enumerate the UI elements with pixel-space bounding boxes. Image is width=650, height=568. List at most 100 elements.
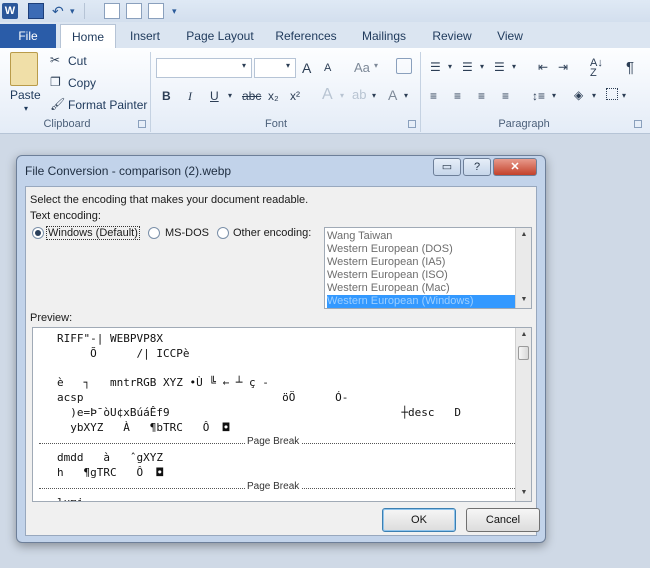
save-icon[interactable] (28, 3, 44, 19)
line-spacing-icon[interactable]: ↕≡ (532, 89, 545, 103)
highlight-dropdown-icon[interactable]: ▾ (372, 91, 376, 100)
list-item[interactable]: Western European (DOS) (327, 243, 515, 256)
sort-icon[interactable]: A↓ Z (590, 58, 603, 79)
encoding-scrollbar[interactable]: ▲ ▼ (515, 228, 531, 308)
ok-button[interactable]: OK (382, 508, 456, 532)
align-left-icon[interactable]: ≡ (430, 89, 437, 103)
text-effects-dropdown-icon[interactable]: ▾ (340, 91, 344, 100)
borders-dropdown-icon[interactable]: ▾ (622, 91, 626, 100)
preview-pane[interactable]: RIFF"-| WEBPVP8X Õ /| ICCPè è ┐ mntrRGB … (32, 327, 532, 502)
tab-review[interactable]: Review (428, 24, 476, 48)
list-item[interactable]: Western European (ISO) (327, 269, 515, 282)
decrease-indent-icon[interactable]: ⇤ (538, 60, 548, 74)
tab-references[interactable]: References (270, 24, 342, 48)
tab-page-layout[interactable]: Page Layout (182, 24, 258, 48)
center-icon[interactable]: ≡ (454, 89, 461, 103)
font-name-box[interactable] (156, 58, 252, 78)
font-name-dropdown-icon[interactable]: ▾ (242, 61, 246, 70)
tab-file[interactable]: File (0, 24, 56, 48)
other-encoding-label[interactable]: Other encoding: (233, 227, 311, 239)
windows-default-label[interactable]: Windows (Default) (46, 226, 140, 240)
customize-qat-icon[interactable]: ▾ (172, 3, 188, 19)
cancel-button[interactable]: Cancel (466, 508, 540, 532)
copy-button[interactable]: Copy (68, 76, 96, 90)
ms-dos-label[interactable]: MS-DOS (165, 227, 209, 239)
underline-dropdown-icon[interactable]: ▾ (228, 91, 232, 100)
increase-indent-icon[interactable]: ⇥ (558, 60, 568, 74)
shrink-font-icon[interactable]: A (324, 62, 331, 74)
tab-view[interactable]: View (492, 24, 528, 48)
borders-icon[interactable] (606, 88, 618, 100)
justify-icon[interactable]: ≡ (502, 89, 509, 103)
show-formatting-icon[interactable]: ¶ (626, 59, 634, 76)
tab-home[interactable]: Home (60, 24, 116, 48)
encoding-list[interactable]: Wang Taiwan Western European (DOS) Weste… (324, 227, 532, 309)
multilevel-list-icon[interactable]: ☰ (494, 60, 505, 74)
windows-default-radio[interactable] (32, 227, 44, 239)
preview-line: )e=Þ¯òU¢xBúáÊf9 ┼desc D (57, 406, 461, 419)
font-size-dropdown-icon[interactable]: ▾ (286, 61, 290, 70)
ribbon: Paste ▾ ✂ Cut ❐ Copy 🖌 Format Painter Cl… (0, 48, 650, 134)
scroll-down-icon[interactable]: ▼ (517, 487, 531, 499)
bold-button[interactable]: B (162, 89, 171, 103)
font-color-dropdown-icon[interactable]: ▾ (404, 91, 408, 100)
align-right-icon[interactable]: ≡ (478, 89, 485, 103)
scroll-up-icon[interactable]: ▲ (517, 229, 531, 241)
clear-formatting-icon[interactable] (396, 58, 412, 74)
text-effects-icon[interactable]: A (322, 86, 333, 104)
scroll-up-icon[interactable]: ▲ (517, 329, 531, 341)
highlight-icon[interactable]: ab (352, 87, 366, 102)
change-case-icon[interactable]: Aa (354, 60, 370, 75)
group-separator (420, 52, 421, 132)
ms-dos-radio[interactable] (148, 227, 160, 239)
other-encoding-radio[interactable] (217, 227, 229, 239)
format-painter-icon: 🖌 (50, 97, 66, 111)
preview-line: è ┐ mntrRGB XYZ •Ù ╚ ← ┴ ç - (57, 376, 269, 389)
clipboard-launcher-icon[interactable] (138, 120, 146, 128)
paragraph-launcher-icon[interactable] (634, 120, 642, 128)
copy-document-icon[interactable] (148, 3, 164, 19)
preview-scrollbar[interactable]: ▲ ▼ (515, 328, 531, 501)
multilevel-dropdown-icon[interactable]: ▾ (512, 62, 516, 71)
font-launcher-icon[interactable] (408, 120, 416, 128)
change-case-dropdown-icon[interactable]: ▾ (374, 61, 378, 70)
font-color-icon[interactable]: A (388, 87, 397, 103)
paste-icon[interactable] (10, 52, 38, 86)
scroll-down-icon[interactable]: ▼ (517, 294, 531, 306)
bullets-icon[interactable]: ☰ (430, 60, 441, 74)
underline-button[interactable]: U (210, 89, 219, 103)
restore-icon[interactable]: ▭ (433, 158, 461, 176)
shading-icon[interactable]: ◈ (574, 88, 583, 102)
list-item[interactable]: Western European (IA5) (327, 256, 515, 269)
print-preview-icon[interactable] (104, 3, 120, 19)
tab-insert[interactable]: Insert (122, 24, 168, 48)
strikethrough-button[interactable]: abc (242, 89, 261, 103)
numbering-icon[interactable]: ☰ (462, 60, 473, 74)
cut-button[interactable]: Cut (68, 54, 87, 68)
close-icon[interactable]: ✕ (493, 158, 537, 176)
new-document-icon[interactable] (126, 3, 142, 19)
subscript-button[interactable]: x₂ (268, 89, 279, 103)
line-spacing-dropdown-icon[interactable]: ▾ (552, 91, 556, 100)
superscript-button[interactable]: x² (290, 89, 300, 103)
bullets-dropdown-icon[interactable]: ▾ (448, 62, 452, 71)
help-icon[interactable]: ? (463, 158, 491, 176)
grow-font-icon[interactable]: A (302, 60, 311, 76)
preview-line: dmdd à ˆgXYZ (57, 451, 163, 464)
paste-button[interactable]: Paste (10, 88, 41, 102)
italic-button[interactable]: I (188, 89, 192, 104)
ribbon-tabs: File Home Insert Page Layout References … (0, 22, 650, 48)
undo-icon[interactable]: ↶ (52, 3, 68, 19)
shading-dropdown-icon[interactable]: ▾ (592, 91, 596, 100)
list-item[interactable]: Western European (Mac) (327, 282, 515, 295)
word-logo-icon[interactable]: W (2, 3, 18, 19)
list-item-selected[interactable]: Western European (Windows) (327, 295, 515, 308)
tab-mailings[interactable]: Mailings (356, 24, 412, 48)
format-painter-button[interactable]: Format Painter (68, 98, 147, 112)
numbering-dropdown-icon[interactable]: ▾ (480, 62, 484, 71)
paste-dropdown-icon[interactable]: ▾ (24, 104, 28, 113)
scroll-thumb[interactable] (518, 346, 529, 360)
page-break: Page Break (39, 436, 517, 447)
list-item[interactable]: Wang Taiwan (327, 230, 515, 243)
copy-icon: ❐ (50, 75, 61, 89)
